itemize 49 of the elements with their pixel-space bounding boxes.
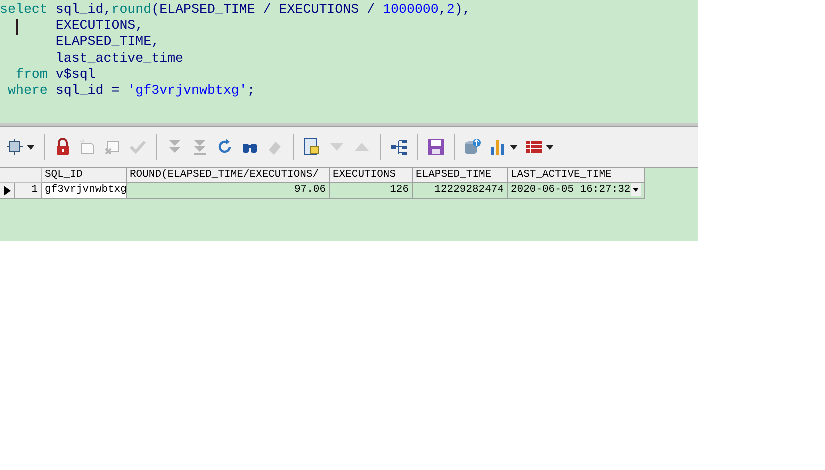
column-header[interactable]: ELAPSED_TIME <box>413 168 508 183</box>
row-number: 1 <box>15 183 42 199</box>
code-token: , <box>438 2 447 17</box>
table-cell: gf3vrjvnwbtxg <box>45 183 127 198</box>
database-icon <box>464 138 482 156</box>
code-token: from <box>16 66 49 82</box>
table-cell: 126 <box>390 183 409 198</box>
checkmark-icon <box>129 138 147 156</box>
caret-icon <box>510 144 518 150</box>
code-token: select <box>0 2 49 17</box>
toolbar-button[interactable] <box>302 136 322 158</box>
table-cell: 12229282474 <box>434 183 504 198</box>
toolbar-button[interactable] <box>5 136 36 158</box>
caret-icon <box>632 188 639 192</box>
column-header[interactable]: LAST_ACTIVE_TIME <box>508 168 645 183</box>
code-token: 'gf3vrjvnwbtxg' <box>128 83 248 98</box>
dropdown-button[interactable] <box>630 183 641 196</box>
code-token: sql_id, <box>56 2 112 17</box>
form-icon <box>303 138 321 156</box>
code-token: sql_id = <box>56 83 121 98</box>
table-icon <box>525 138 543 156</box>
code-token: EXECUTIONS, <box>56 18 144 34</box>
refresh-icon <box>216 138 234 156</box>
new-page-icon <box>79 138 97 156</box>
save-icon <box>427 138 445 156</box>
grid-layout-icon <box>6 138 24 156</box>
tree-diagram-icon <box>390 138 408 156</box>
code-token: ELAPSED_TIME, <box>56 34 160 50</box>
bar-chart-icon <box>489 138 507 156</box>
column-header[interactable]: ROUND(ELAPSED_TIME/EXECUTIONS/ <box>127 168 330 183</box>
column-header[interactable]: EXECUTIONS <box>330 168 413 183</box>
table-cell: 97.06 <box>294 183 326 198</box>
code-token: last_active_time <box>56 50 184 66</box>
code-token: ; <box>247 83 256 98</box>
code-token: round <box>112 2 152 17</box>
code-token: 2 <box>446 2 455 17</box>
lock-icon <box>54 138 72 156</box>
code-token: v$sql <box>56 66 96 82</box>
row-pointer-icon <box>4 186 10 196</box>
caret-icon <box>546 144 554 150</box>
down-arrow-bar-icon <box>191 138 209 156</box>
table-cell: 2020-06-05 16:27:32 <box>511 183 631 198</box>
code-token: 1000000 <box>383 2 439 17</box>
code-token: (ELAPSED_TIME / EXECUTIONS / <box>152 2 376 17</box>
code-token: ), <box>454 2 471 17</box>
sql-editor[interactable]: select sql_id,round(ELAPSED_TIME / EXECUTIONS / 1000000,2), EXECUTIONS, ELAPSED_TIME, last_active_time from v$sql where sql_id = 'gf3vrjvnwbtxg'; <box>0 0 698 123</box>
caret-icon <box>27 144 35 150</box>
text-cursor <box>16 19 18 35</box>
code-token: where <box>8 83 49 98</box>
